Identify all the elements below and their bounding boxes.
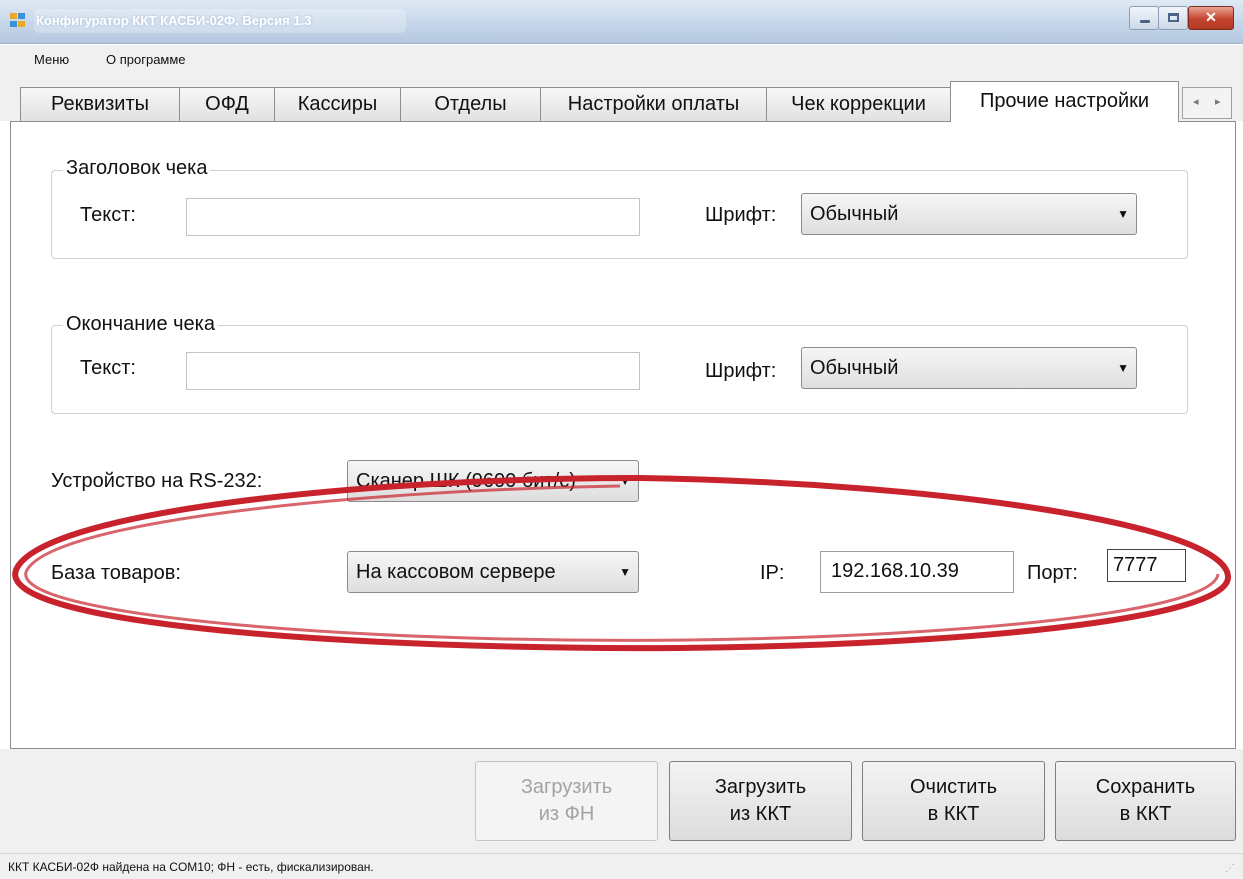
rs232-device-select[interactable]: Сканер ШК (9600 бит/с) ▼ [347, 460, 639, 502]
clear-kkt-line2: в ККТ [927, 803, 980, 825]
header-text-input[interactable] [186, 198, 640, 236]
ip-label: IP: [760, 562, 785, 584]
load-from-fn-line2: из ФН [538, 803, 595, 825]
load-from-kkt-button[interactable]: Загрузить из ККТ [669, 761, 852, 841]
header-font-label: Шрифт: [705, 204, 777, 226]
goods-db-select[interactable]: На кассовом сервере ▼ [347, 551, 639, 593]
save-kkt-line1: Сохранить [1095, 776, 1196, 798]
menu-item-menu[interactable]: Меню [34, 52, 69, 67]
header-text-label: Текст: [80, 204, 136, 226]
footer-text-label: Текст: [80, 357, 136, 379]
footer-font-select[interactable]: Обычный ▼ [801, 347, 1137, 389]
minimize-button[interactable] [1129, 6, 1159, 30]
goods-db-label: База товаров: [51, 562, 181, 584]
ip-input[interactable]: 192.168.10.39 [820, 551, 1014, 593]
chevron-down-icon: ▼ [1117, 361, 1129, 375]
status-text: ККТ КАСБИ-02Ф найдена на COM10; ФН - ест… [8, 860, 374, 874]
chevron-down-icon: ▼ [1117, 207, 1129, 221]
clear-kkt-button[interactable]: Очистить в ККТ [862, 761, 1045, 841]
scroll-right-icon[interactable]: ▸ [1215, 95, 1221, 108]
scroll-left-icon[interactable]: ◂ [1193, 95, 1199, 108]
tab-scroll-buttons[interactable]: ◂ ▸ [1182, 87, 1232, 119]
save-kkt-line2: в ККТ [1119, 803, 1172, 825]
app-icon [10, 13, 28, 29]
tab-cashiers[interactable]: Кассиры [274, 87, 401, 121]
rs232-device-value: Сканер ШК (9600 бит/с) [356, 470, 576, 492]
tab-payment-settings[interactable]: Настройки оплаты [540, 87, 767, 121]
load-from-kkt-line2: из ККТ [729, 803, 792, 825]
resize-grip-icon[interactable]: ⋰ [1225, 863, 1235, 874]
menu-bar [0, 45, 1243, 75]
save-kkt-button[interactable]: Сохранить в ККТ [1055, 761, 1236, 841]
maximize-icon [1168, 13, 1179, 22]
close-icon: ✕ [1205, 9, 1217, 25]
minimize-icon [1140, 20, 1150, 23]
port-label: Порт: [1027, 562, 1078, 584]
tab-other-settings[interactable]: Прочие настройки [950, 81, 1179, 122]
footer-text-input[interactable] [186, 352, 640, 390]
rs232-label: Устройство на RS-232: [51, 470, 263, 492]
footer-font-value: Обычный [810, 357, 899, 379]
tab-correction-receipt[interactable]: Чек коррекции [766, 87, 951, 121]
maximize-button[interactable] [1158, 6, 1188, 30]
load-from-fn-button: Загрузить из ФН [475, 761, 658, 841]
tab-requisites[interactable]: Реквизиты [20, 87, 180, 121]
footer-font-label: Шрифт: [705, 360, 777, 382]
header-font-value: Обычный [810, 203, 899, 225]
chevron-down-icon: ▼ [619, 565, 631, 579]
tab-ofd[interactable]: ОФД [179, 87, 275, 121]
menu-item-about[interactable]: О программе [106, 52, 186, 67]
header-font-select[interactable]: Обычный ▼ [801, 193, 1137, 235]
load-from-fn-line1: Загрузить [520, 776, 613, 798]
load-from-kkt-line1: Загрузить [714, 776, 807, 798]
port-input[interactable]: 7777 [1107, 549, 1186, 582]
clear-kkt-line1: Очистить [909, 776, 998, 798]
close-button[interactable]: ✕ [1188, 6, 1234, 30]
window-title: Конфигуратор ККТ КАСБИ-02Ф. Версия 1.3 [36, 13, 312, 28]
receipt-footer-title: Окончание чека [63, 313, 218, 336]
tab-departments[interactable]: Отделы [400, 87, 541, 121]
receipt-header-title: Заголовок чека [63, 157, 211, 180]
chevron-down-icon: ▼ [619, 474, 631, 488]
goods-db-value: На кассовом сервере [356, 561, 556, 583]
